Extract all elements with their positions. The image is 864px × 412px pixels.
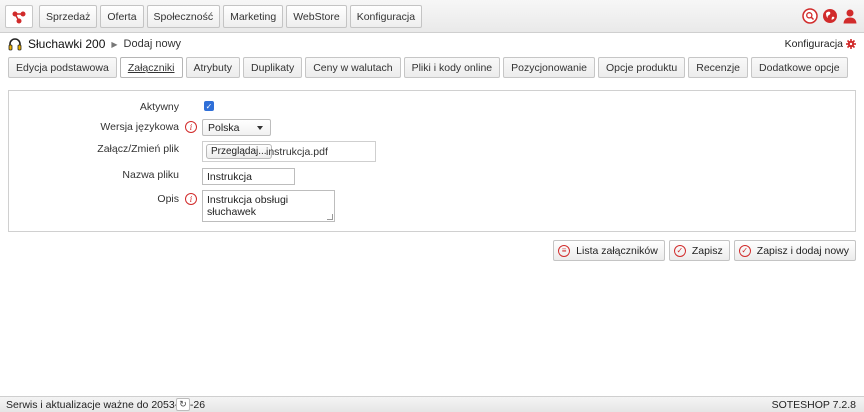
status-bar: Serwis i aktualizacje ważne do 2053-08-2… [0, 396, 864, 412]
save-and-add-label: Zapisz i dodaj nowy [756, 244, 849, 257]
breadcrumb-current: Dodaj nowy [123, 38, 182, 50]
tab-duplikaty[interactable]: Duplikaty [243, 57, 303, 78]
tab-zalaczniki[interactable]: Załączniki [119, 57, 183, 78]
save-and-add-button[interactable]: ✓ Zapisz i dodaj nowy [733, 240, 856, 261]
form-actions: ≡ Lista załączników ✓ Zapisz ✓ Zapisz i … [553, 240, 856, 261]
attachments-list-button[interactable]: ≡ Lista załączników [553, 240, 665, 261]
page-title[interactable]: Słuchawki 200 [28, 37, 105, 51]
attachment-form: Aktywny ✓ Wersja językowa i Polska Załąc… [8, 90, 856, 232]
top-navigation-bar: Sprzedaż Oferta Społeczność Marketing We… [0, 0, 864, 33]
nav-sprzedaz[interactable]: Sprzedaż [39, 5, 98, 28]
language-select[interactable]: Polska [202, 119, 271, 136]
file-name-input[interactable]: Instrukcja [202, 168, 295, 185]
file-input[interactable]: Przeglądaj... instrukcja.pdf [202, 141, 376, 162]
home-logo-button[interactable] [5, 5, 33, 28]
list-icon: ≡ [558, 244, 571, 257]
file-name-label: Nazwa pliku [122, 169, 179, 181]
language-label: Wersja językowa [100, 121, 179, 133]
check-icon: ✓ [738, 244, 751, 257]
tab-atrybuty[interactable]: Atrybuty [185, 57, 241, 78]
gear-icon [846, 39, 856, 49]
version-label: SOTESHOP 7.2.8 [771, 399, 856, 411]
nav-konfiguracja[interactable]: Konfiguracja [349, 5, 423, 28]
attachments-list-label: Lista załączników [576, 244, 658, 257]
top-right-icons [802, 8, 858, 24]
active-label: Aktywny [139, 101, 179, 113]
globe-icon[interactable] [822, 8, 838, 24]
nav-spolecznosc[interactable]: Społeczność [146, 5, 221, 28]
save-label: Zapisz [691, 244, 723, 257]
user-icon[interactable] [842, 8, 858, 24]
breadcrumb: Słuchawki 200 ▶ Dodaj nowy [8, 36, 181, 52]
product-tabs: Edycja podstawowa Załączniki Atrybuty Du… [8, 57, 848, 78]
tab-recenzje[interactable]: Recenzje [688, 57, 749, 78]
tab-pozycjonowanie[interactable]: Pozycjonowanie [503, 57, 596, 78]
configuration-link[interactable]: Konfiguracja [785, 38, 856, 50]
soteshop-logo-icon [12, 11, 26, 23]
language-value: Polska [208, 121, 240, 134]
info-icon[interactable]: i [185, 121, 197, 133]
check-icon: ✓ [673, 244, 686, 257]
configuration-label: Konfiguracja [784, 38, 843, 50]
tab-edycja-podstawowa[interactable]: Edycja podstawowa [8, 57, 117, 78]
tab-dodatkowe-opcje[interactable]: Dodatkowe opcje [751, 57, 848, 78]
refresh-icon[interactable]: ↻ [176, 398, 190, 411]
chevron-down-icon [257, 126, 263, 130]
tab-pliki-i-kody[interactable]: Pliki i kody online [403, 57, 501, 78]
description-label: Opis [157, 193, 179, 205]
resize-handle-icon[interactable] [327, 214, 333, 220]
search-icon[interactable] [802, 8, 818, 24]
headphones-icon [8, 38, 22, 51]
tab-ceny-w-walutach[interactable]: Ceny w walutach [305, 57, 401, 78]
description-textarea[interactable]: Instrukcja obsługi słuchawek [202, 190, 335, 222]
browse-button[interactable]: Przeglądaj... [206, 144, 272, 159]
description-value: Instrukcja obsługi słuchawek [207, 194, 289, 218]
nav-oferta[interactable]: Oferta [100, 5, 144, 28]
file-label: Załącz/Zmień plik [97, 143, 179, 155]
active-checkbox[interactable]: ✓ [204, 101, 214, 111]
tab-opcje-produktu[interactable]: Opcje produktu [598, 57, 686, 78]
info-icon[interactable]: i [185, 193, 197, 205]
selected-file-name: instrukcja.pdf [266, 146, 328, 158]
save-button[interactable]: ✓ Zapisz [668, 240, 730, 261]
nav-webstore[interactable]: WebStore [286, 5, 347, 28]
nav-marketing[interactable]: Marketing [223, 5, 284, 28]
main-menu: Sprzedaż Oferta Społeczność Marketing We… [39, 5, 423, 28]
breadcrumb-arrow-icon: ▶ [111, 39, 118, 49]
